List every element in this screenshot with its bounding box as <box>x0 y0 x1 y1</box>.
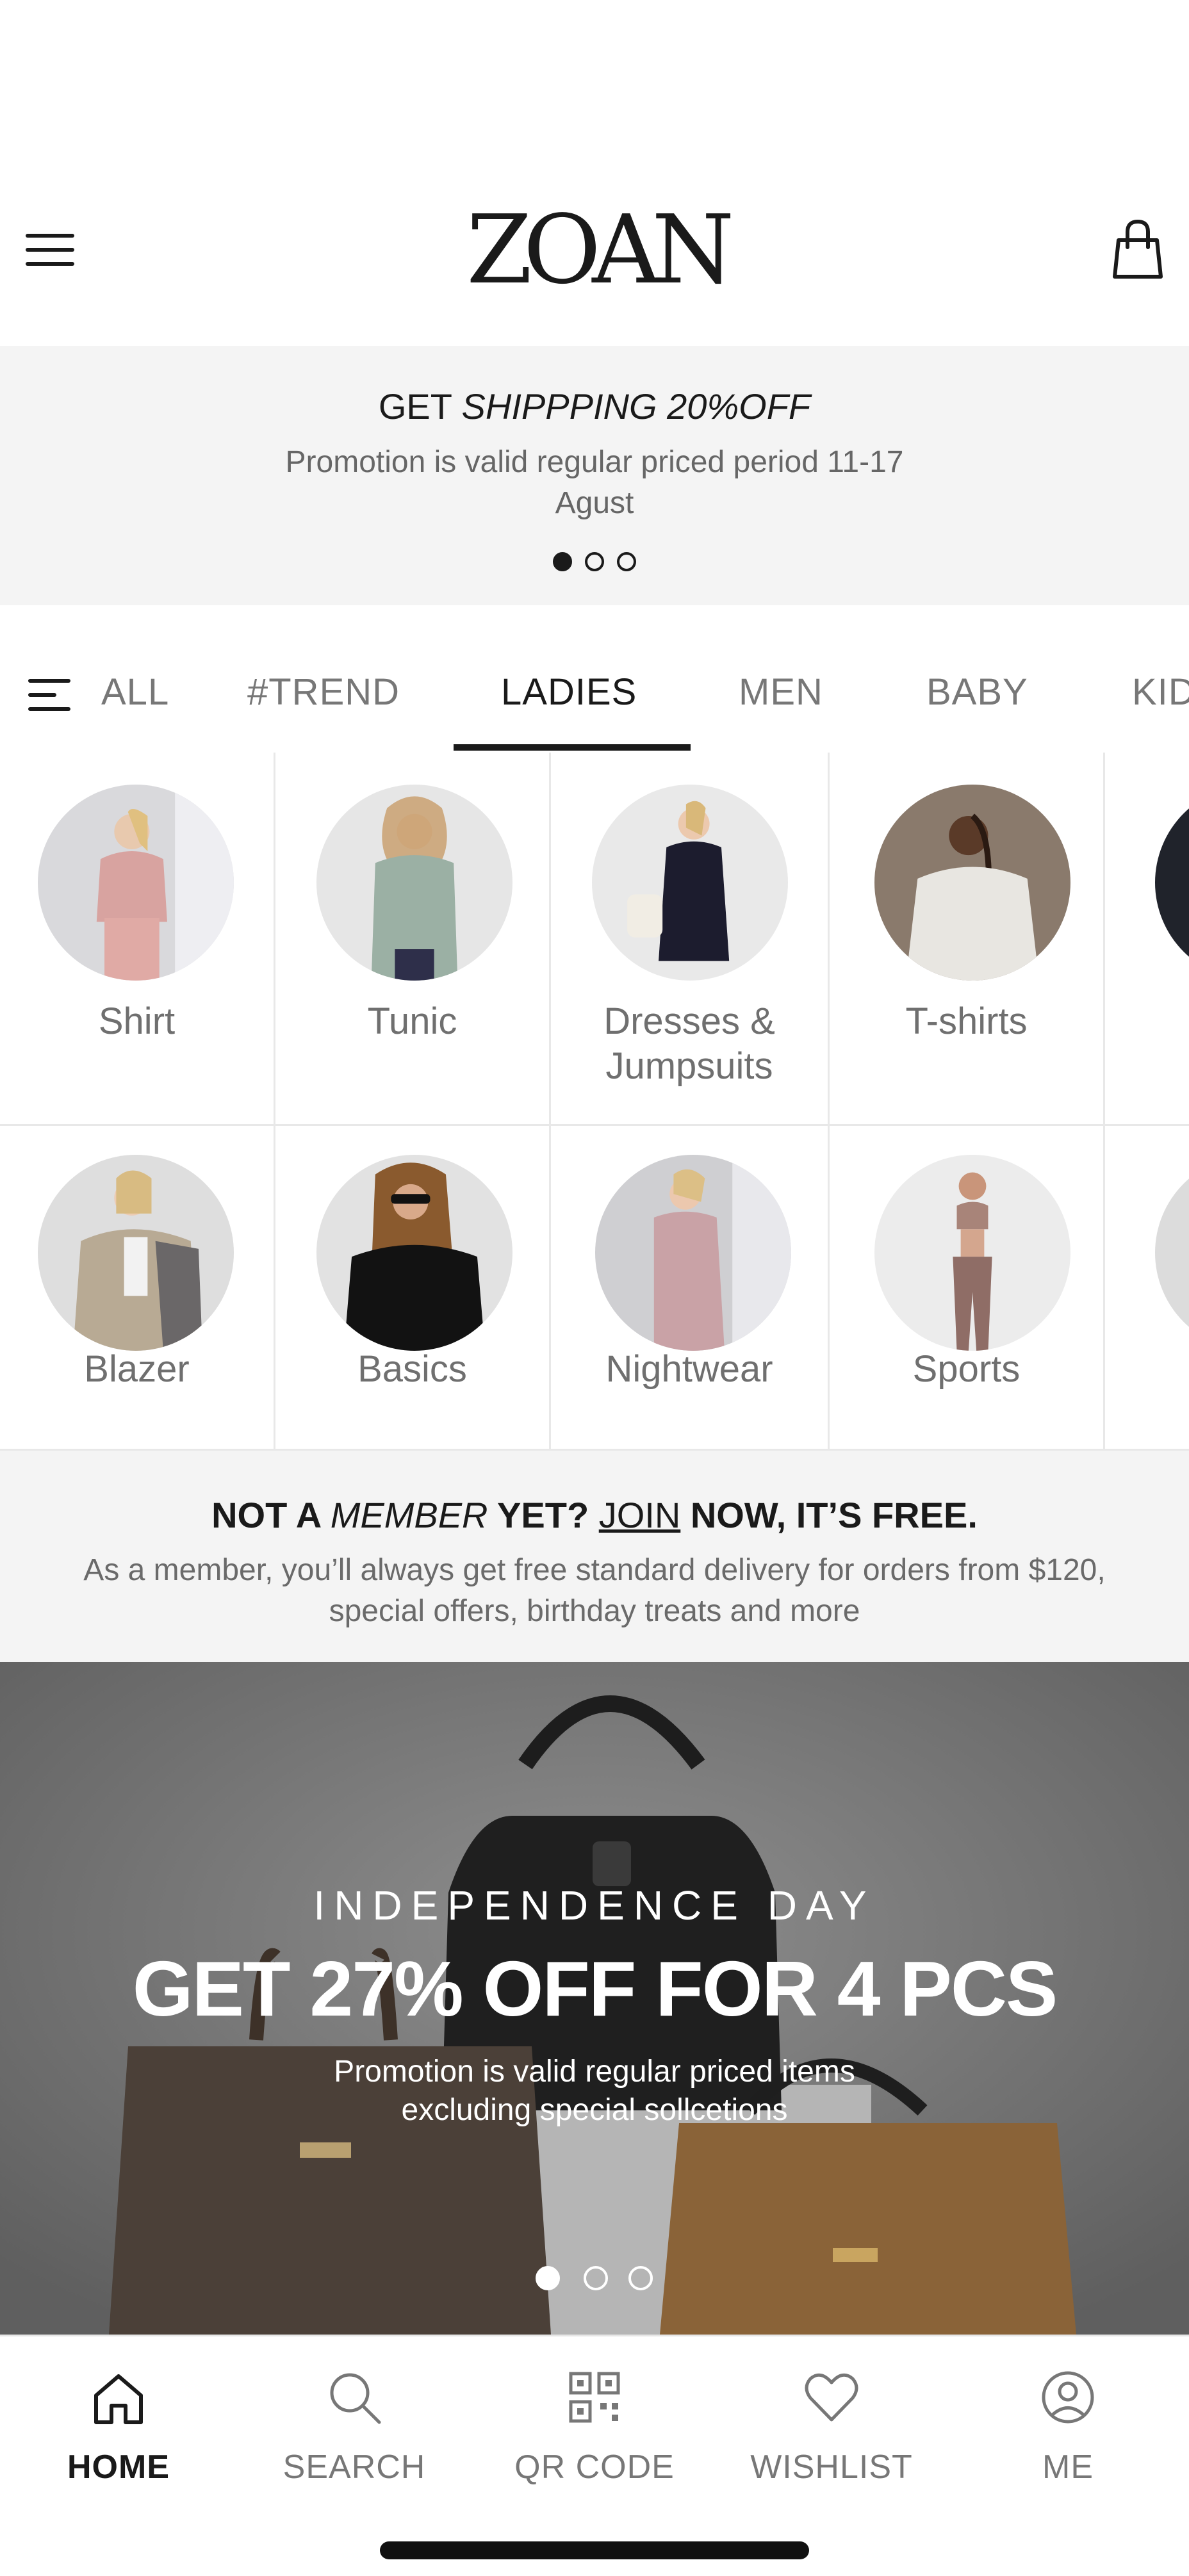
user-profile-icon <box>1042 2371 1094 2424</box>
nav-qr-code-label: QR CODE <box>514 2449 675 2486</box>
shopping-bag-icon[interactable] <box>1112 218 1163 282</box>
category-tunic-image <box>316 785 512 981</box>
category-label: T-shirts <box>905 1000 1028 1042</box>
hero-eyebrow: INDEPENDENCE DAY <box>313 1882 876 1928</box>
category-label: Basics <box>357 1348 467 1390</box>
category-t-shirts[interactable]: T-shirts <box>830 753 1105 1126</box>
category-tunic[interactable]: Tunic <box>275 753 551 1126</box>
home-indicator <box>380 2541 809 2559</box>
hero-banner[interactable]: INDEPENDENCE DAY GET 27% OFF FOR 4 PCS P… <box>0 1662 1189 2335</box>
app-header: ZOAN <box>0 0 1189 346</box>
category-label: Sports <box>912 1348 1021 1390</box>
category-tshirts-image <box>874 785 1070 981</box>
category-nightwear-image <box>595 1155 791 1351</box>
category-basics[interactable]: Basics <box>275 1126 551 1451</box>
category-label: Shirt <box>98 1000 176 1042</box>
brand-logo-text: ZOAN <box>466 195 735 305</box>
membership-subtitle: As a member, you’ll always get free stan… <box>83 1553 1106 1628</box>
category-label: Blazer <box>84 1348 190 1390</box>
carousel-dot[interactable] <box>584 2266 608 2290</box>
brand-logo[interactable]: ZOAN <box>466 202 735 297</box>
nav-search-label: SEARCH <box>283 2449 426 2486</box>
tab-trend[interactable]: #TREND <box>247 669 400 715</box>
category-basics-image <box>316 1155 512 1351</box>
category-more-image <box>1155 1155 1189 1351</box>
tab-ladies[interactable]: LADIES <box>501 669 637 715</box>
category-tabs: ALL #TREND LADIES MEN BABY KIDS <box>0 605 1189 754</box>
promo-title: GET SHIPPPING 20%OFF <box>378 386 811 427</box>
tab-all[interactable]: ALL <box>101 669 169 715</box>
qr-code-icon <box>569 2372 620 2423</box>
nav-me-label: ME <box>1042 2449 1094 2486</box>
category-nightwear[interactable]: Nightwear <box>551 1126 830 1451</box>
home-icon <box>94 2374 143 2424</box>
category-sports-image <box>874 1155 1070 1351</box>
category-sports[interactable]: Sports <box>830 1126 1105 1451</box>
nav-qr-code[interactable]: QR CODE <box>498 2356 691 2503</box>
carousel-dot[interactable] <box>553 552 572 571</box>
promo-title-emphasis: SHIPPPING 20%OFF <box>461 386 811 427</box>
hero-carousel-dots <box>536 2266 657 2292</box>
carousel-dot[interactable] <box>536 2266 560 2290</box>
hamburger-menu-icon[interactable] <box>26 227 77 272</box>
category-label: Tunic <box>367 1000 457 1042</box>
nav-me[interactable]: ME <box>972 2356 1164 2503</box>
category-grid: Shirt Tunic Dresses & Jumpsuits T-shirts… <box>0 753 1189 1451</box>
active-tab-indicator <box>454 744 691 751</box>
hero-title: GET 27% OFF FOR 4 PCS <box>132 1945 1058 2032</box>
shipping-promo-banner[interactable]: GET SHIPPPING 20%OFF Promotion is valid … <box>0 346 1189 605</box>
search-icon <box>330 2373 381 2424</box>
nav-home-label: HOME <box>67 2449 170 2486</box>
tab-baby[interactable]: BABY <box>926 669 1028 715</box>
carousel-dot[interactable] <box>617 552 636 571</box>
category-dresses-image <box>592 785 788 981</box>
category-label: Dresses & Jumpsuits <box>603 1000 775 1087</box>
category-shirt-image <box>38 785 234 981</box>
category-more-image <box>1155 785 1189 981</box>
category-more-row2[interactable] <box>1105 1126 1189 1451</box>
join-link[interactable]: JOIN <box>599 1495 681 1535</box>
membership-banner: NOT A MEMBER YET? JOIN NOW, IT’S FREE. A… <box>0 1451 1189 1662</box>
category-blazer-image <box>38 1155 234 1351</box>
tab-men[interactable]: MEN <box>739 669 823 715</box>
carousel-dot[interactable] <box>628 2266 653 2290</box>
promo-carousel-dots <box>550 552 639 575</box>
promo-subtitle: Promotion is valid regular priced period… <box>285 445 904 520</box>
tab-kids[interactable]: KIDS <box>1132 669 1189 715</box>
category-dresses-jumpsuits[interactable]: Dresses & Jumpsuits <box>551 753 830 1126</box>
hero-subtitle: Promotion is valid regular priced items … <box>334 2055 855 2127</box>
nav-wishlist-label: WISHLIST <box>750 2449 913 2486</box>
category-blazer[interactable]: Blazer <box>0 1126 275 1451</box>
bottom-navigation: HOME SEARCH QR CODE WISHLIST ME <box>0 2335 1189 2576</box>
heart-icon <box>805 2373 858 2422</box>
nav-wishlist[interactable]: WISHLIST <box>735 2356 928 2503</box>
filter-list-icon[interactable] <box>28 679 73 711</box>
nav-home[interactable]: HOME <box>22 2356 215 2503</box>
category-shirt[interactable]: Shirt <box>0 753 275 1126</box>
category-label: Nightwear <box>605 1348 773 1390</box>
nav-search[interactable]: SEARCH <box>258 2356 450 2503</box>
membership-title: NOT A MEMBER YET? JOIN NOW, IT’S FREE. <box>211 1495 978 1535</box>
category-more-row1[interactable] <box>1105 753 1189 1126</box>
carousel-dot[interactable] <box>585 552 604 571</box>
